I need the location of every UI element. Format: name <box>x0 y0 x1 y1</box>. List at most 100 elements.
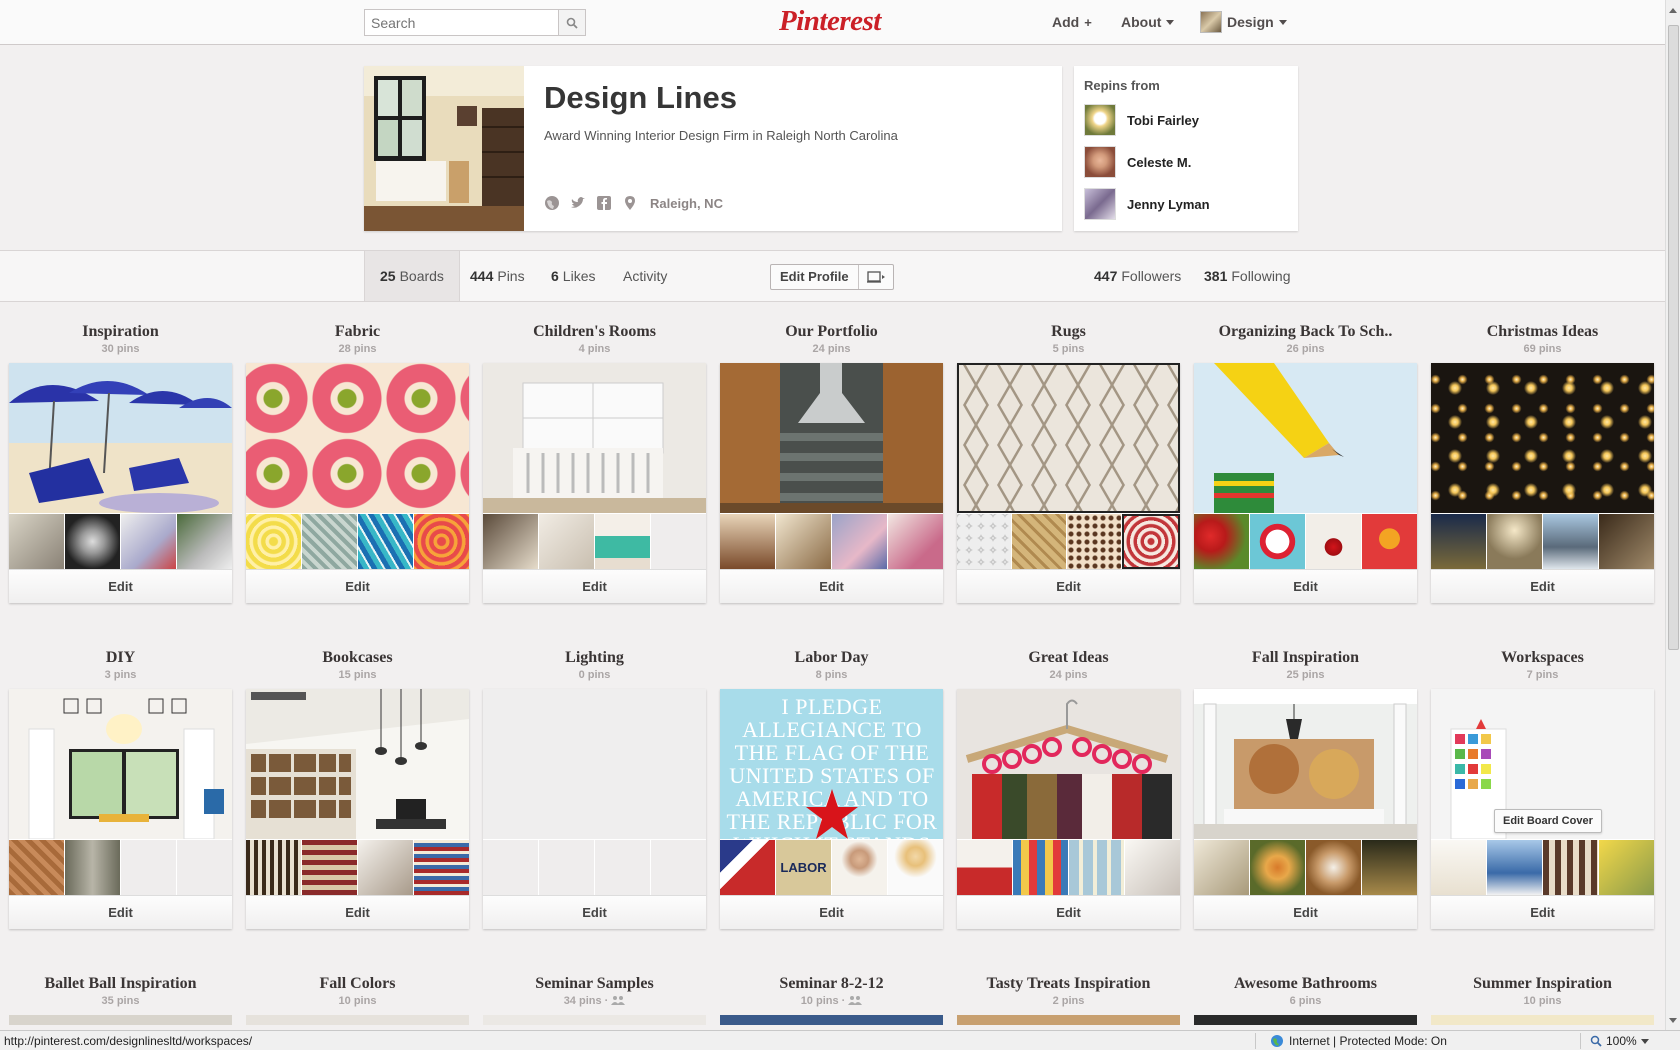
board-cover-image[interactable] <box>246 1015 469 1025</box>
board-cover-empty[interactable] <box>483 689 706 839</box>
repin-user[interactable]: Jenny Lyman <box>1084 188 1210 220</box>
board-thumbnail[interactable] <box>888 840 943 895</box>
board-preview[interactable]: Edit <box>720 363 943 603</box>
board-thumbnail[interactable] <box>1067 514 1121 569</box>
board-thumbnail[interactable] <box>1122 514 1180 569</box>
board-thumbnail[interactable] <box>121 514 176 569</box>
board-cover-image[interactable] <box>9 689 232 839</box>
board-title[interactable]: Fall Colors <box>246 975 469 993</box>
tab-boards[interactable]: 25 Boards <box>364 251 460 301</box>
board-thumbnail[interactable] <box>1599 514 1654 569</box>
board-thumbnail[interactable] <box>720 514 775 569</box>
board-cover-image[interactable] <box>1194 689 1417 839</box>
scroll-up-arrow-icon[interactable] <box>1669 8 1677 13</box>
board-preview[interactable]: I PLEDGE ALLEGIANCE TO THE FLAG OF THE U… <box>720 689 943 929</box>
board-title[interactable]: Great Ideas <box>957 649 1180 667</box>
board-thumbnail[interactable] <box>776 514 831 569</box>
vertical-scrollbar[interactable] <box>1665 0 1680 1030</box>
board-title[interactable]: Our Portfolio <box>720 323 943 341</box>
board-thumbnail[interactable] <box>302 514 357 569</box>
board-thumbnail[interactable] <box>1543 840 1598 895</box>
board-cover-image[interactable] <box>1194 363 1417 513</box>
board-thumbnail[interactable] <box>1543 514 1598 569</box>
board-title[interactable]: Labor Day <box>720 649 943 667</box>
board-thumbnail[interactable] <box>1125 840 1180 895</box>
board-thumbnail[interactable] <box>832 514 887 569</box>
board-title[interactable]: Bookcases <box>246 649 469 667</box>
board-cover-image[interactable] <box>720 1015 943 1025</box>
board-title[interactable]: Workspaces <box>1431 649 1654 667</box>
board-preview[interactable]: Edit <box>483 689 706 929</box>
board-title[interactable]: Seminar Samples <box>483 975 706 993</box>
board-edit-button[interactable]: Edit <box>957 569 1180 603</box>
board-thumbnail[interactable] <box>832 840 887 895</box>
board-thumbnail[interactable] <box>246 840 301 895</box>
nav-user-menu[interactable]: Design <box>1200 11 1287 33</box>
search-input[interactable] <box>365 10 559 35</box>
board-thumbnail[interactable] <box>1194 840 1249 895</box>
board-thumbnail[interactable] <box>1306 514 1361 569</box>
profile-picture-icon[interactable] <box>859 265 893 289</box>
board-edit-button[interactable]: Edit <box>1431 895 1654 929</box>
board-title[interactable]: Children's Rooms <box>483 323 706 341</box>
board-preview[interactable]: Edit <box>483 363 706 603</box>
zoom-control[interactable]: 100% <box>1590 1034 1649 1048</box>
tab-following[interactable]: 381 Following <box>1204 251 1291 301</box>
board-cover-image[interactable] <box>957 363 1180 513</box>
board-thumbnail[interactable] <box>1487 514 1542 569</box>
board-thumbnail[interactable] <box>1012 514 1066 569</box>
board-thumbnail[interactable] <box>539 514 594 569</box>
board-cover-image[interactable] <box>1431 1015 1654 1025</box>
board-title[interactable]: Ballet Ball Inspiration <box>9 975 232 993</box>
board-preview[interactable]: Edit <box>957 363 1180 603</box>
board-cover-image[interactable] <box>246 363 469 513</box>
board-cover-image[interactable] <box>9 363 232 513</box>
board-edit-button[interactable]: Edit <box>483 895 706 929</box>
facebook-icon[interactable] <box>596 195 612 211</box>
board-thumbnail[interactable] <box>1250 514 1305 569</box>
board-preview[interactable]: Edit <box>9 363 232 603</box>
board-thumbnail[interactable] <box>65 840 120 895</box>
board-thumbnail[interactable] <box>957 514 1011 569</box>
board-thumbnail[interactable] <box>1362 840 1417 895</box>
board-cover-image[interactable] <box>1431 363 1654 513</box>
board-thumbnail[interactable] <box>720 840 775 895</box>
board-thumbnail[interactable] <box>1306 840 1361 895</box>
board-thumbnail[interactable] <box>1431 840 1486 895</box>
scroll-down-arrow-icon[interactable] <box>1669 1018 1677 1023</box>
board-cover-image[interactable] <box>483 363 706 513</box>
board-edit-button[interactable]: Edit <box>246 569 469 603</box>
board-title[interactable]: Inspiration <box>9 323 232 341</box>
board-thumbnail[interactable] <box>414 840 469 895</box>
board-cover-image[interactable] <box>246 689 469 839</box>
board-title[interactable]: Seminar 8-2-12 <box>720 975 943 993</box>
board-cover-image[interactable] <box>957 689 1180 839</box>
board-cover-image[interactable]: I PLEDGE ALLEGIANCE TO THE FLAG OF THE U… <box>720 689 943 839</box>
board-title[interactable]: Rugs <box>957 323 1180 341</box>
board-thumbnail[interactable] <box>65 514 120 569</box>
board-preview[interactable]: Edit <box>1194 689 1417 929</box>
board-edit-button[interactable]: Edit <box>9 569 232 603</box>
board-preview[interactable]: Edit <box>1194 363 1417 603</box>
board-preview[interactable]: Edit <box>9 689 232 929</box>
repin-user[interactable]: Celeste M. <box>1084 146 1191 178</box>
board-thumbnail[interactable] <box>1487 840 1542 895</box>
board-title[interactable]: Summer Inspiration <box>1431 975 1654 993</box>
security-zone[interactable]: Internet | Protected Mode: On <box>1270 1034 1447 1048</box>
board-edit-button[interactable]: Edit <box>1431 569 1654 603</box>
board-thumbnail[interactable] <box>1362 514 1417 569</box>
board-edit-button[interactable]: Edit <box>957 895 1180 929</box>
board-cover-image[interactable] <box>720 363 943 513</box>
board-thumbnail[interactable] <box>246 514 301 569</box>
edit-profile-button[interactable]: Edit Profile <box>770 264 894 290</box>
board-thumbnail[interactable] <box>9 514 64 569</box>
board-edit-button[interactable]: Edit <box>246 895 469 929</box>
board-thumbnail[interactable] <box>888 514 943 569</box>
tab-followers[interactable]: 447 Followers <box>1094 251 1181 301</box>
board-thumbnail[interactable] <box>1431 514 1486 569</box>
tab-likes[interactable]: 6 Likes <box>551 251 595 301</box>
board-thumbnail[interactable] <box>957 840 1012 895</box>
board-thumbnail[interactable] <box>302 840 357 895</box>
nav-about[interactable]: About <box>1121 14 1175 30</box>
board-thumbnail[interactable] <box>414 514 469 569</box>
